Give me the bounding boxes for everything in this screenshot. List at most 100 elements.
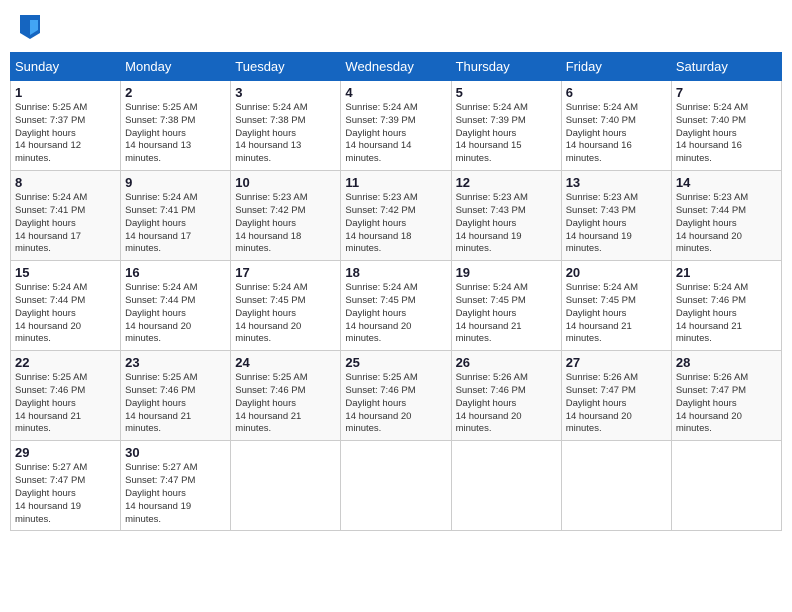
day-number: 19 [456, 265, 557, 280]
day-info: Sunrise: 5:24 AMSunset: 7:38 PMDaylight … [235, 102, 336, 166]
day-info: Sunrise: 5:24 AMSunset: 7:39 PMDaylight … [345, 102, 446, 166]
day-number: 5 [456, 85, 557, 100]
day-info: Sunrise: 5:25 AMSunset: 7:38 PMDaylight … [125, 102, 226, 166]
calendar-cell: 4Sunrise: 5:24 AMSunset: 7:39 PMDaylight… [341, 81, 451, 171]
day-number: 7 [676, 85, 777, 100]
day-number: 23 [125, 355, 226, 370]
day-number: 2 [125, 85, 226, 100]
day-info: Sunrise: 5:25 AMSunset: 7:46 PMDaylight … [15, 372, 116, 436]
day-number: 24 [235, 355, 336, 370]
calendar-cell: 28 Sunrise: 5:26 AMSunset: 7:47 PMDayligh… [671, 351, 781, 441]
day-number: 25 [345, 355, 446, 370]
day-info: Sunrise: 5:24 AMSunset: 7:40 PMDaylight … [676, 102, 777, 166]
calendar-cell: 17 Sunrise: 5:24 AMSunset: 7:45 PMDayligh… [231, 261, 341, 351]
day-number: 21 [676, 265, 777, 280]
day-number: 10 [235, 175, 336, 190]
calendar-cell: 14 Sunrise: 5:23 AMSunset: 7:44 PMDayligh… [671, 171, 781, 261]
day-number: 18 [345, 265, 446, 280]
col-header-wednesday: Wednesday [341, 53, 451, 81]
col-header-thursday: Thursday [451, 53, 561, 81]
day-number: 15 [15, 265, 116, 280]
day-number: 26 [456, 355, 557, 370]
col-header-saturday: Saturday [671, 53, 781, 81]
calendar-week-row: 22Sunrise: 5:25 AMSunset: 7:46 PMDayligh… [11, 351, 782, 441]
calendar-cell: 20 Sunrise: 5:24 AMSunset: 7:45 PMDayligh… [561, 261, 671, 351]
calendar-cell: 5 Sunrise: 5:24 AMSunset: 7:39 PMDaylight… [451, 81, 561, 171]
calendar-cell: 12 Sunrise: 5:23 AMSunset: 7:43 PMDayligh… [451, 171, 561, 261]
page-header [10, 10, 782, 44]
calendar-cell [451, 441, 561, 531]
day-info: Sunrise: 5:27 AMSunset: 7:47 PMDaylight … [15, 462, 116, 526]
day-info: Sunrise: 5:23 AMSunset: 7:42 PMDaylight … [235, 192, 336, 256]
day-number: 16 [125, 265, 226, 280]
day-info: Sunrise: 5:25 AMSunset: 7:46 PMDaylight … [345, 372, 446, 436]
calendar-cell: 3 Sunrise: 5:24 AMSunset: 7:38 PMDaylight… [231, 81, 341, 171]
col-header-sunday: Sunday [11, 53, 121, 81]
calendar-cell: 30Sunrise: 5:27 AMSunset: 7:47 PMDayligh… [121, 441, 231, 531]
calendar-cell [341, 441, 451, 531]
day-number: 9 [125, 175, 226, 190]
day-info: Sunrise: 5:25 AMSunset: 7:46 PMDaylight … [235, 372, 336, 436]
calendar-cell: 8Sunrise: 5:24 AMSunset: 7:41 PMDaylight… [11, 171, 121, 261]
day-number: 13 [566, 175, 667, 190]
day-info: Sunrise: 5:26 AMSunset: 7:47 PMDaylight … [566, 372, 667, 436]
day-info: Sunrise: 5:24 AMSunset: 7:44 PMDaylight … [125, 282, 226, 346]
day-info: Sunrise: 5:26 AMSunset: 7:47 PMDaylight … [676, 372, 777, 436]
day-info: Sunrise: 5:24 AMSunset: 7:41 PMDaylight … [125, 192, 226, 256]
calendar-week-row: 29 Sunrise: 5:27 AMSunset: 7:47 PMDayligh… [11, 441, 782, 531]
calendar-cell: 27 Sunrise: 5:26 AMSunset: 7:47 PMDayligh… [561, 351, 671, 441]
day-number: 1 [15, 85, 116, 100]
col-header-tuesday: Tuesday [231, 53, 341, 81]
calendar-cell: 19 Sunrise: 5:24 AMSunset: 7:45 PMDayligh… [451, 261, 561, 351]
day-number: 3 [235, 85, 336, 100]
calendar-cell: 2 Sunrise: 5:25 AMSunset: 7:38 PMDaylight… [121, 81, 231, 171]
day-number: 27 [566, 355, 667, 370]
day-info: Sunrise: 5:24 AMSunset: 7:46 PMDaylight … [676, 282, 777, 346]
day-info: Sunrise: 5:24 AMSunset: 7:41 PMDaylight … [15, 192, 116, 256]
calendar-cell [561, 441, 671, 531]
calendar-cell: 11Sunrise: 5:23 AMSunset: 7:42 PMDayligh… [341, 171, 451, 261]
day-info: Sunrise: 5:24 AMSunset: 7:45 PMDaylight … [456, 282, 557, 346]
day-info: Sunrise: 5:24 AMSunset: 7:45 PMDaylight … [566, 282, 667, 346]
day-number: 29 [15, 445, 116, 460]
col-header-monday: Monday [121, 53, 231, 81]
day-info: Sunrise: 5:23 AMSunset: 7:44 PMDaylight … [676, 192, 777, 256]
calendar-week-row: 8Sunrise: 5:24 AMSunset: 7:41 PMDaylight… [11, 171, 782, 261]
calendar-cell: 25 Sunrise: 5:25 AMSunset: 7:46 PMDayligh… [341, 351, 451, 441]
calendar-cell: 1 Sunrise: 5:25 AMSunset: 7:37 PMDaylight… [11, 81, 121, 171]
calendar-week-row: 15 Sunrise: 5:24 AMSunset: 7:44 PMDayligh… [11, 261, 782, 351]
calendar-cell: 29 Sunrise: 5:27 AMSunset: 7:47 PMDayligh… [11, 441, 121, 531]
day-number: 14 [676, 175, 777, 190]
calendar-cell [671, 441, 781, 531]
day-number: 28 [676, 355, 777, 370]
day-info: Sunrise: 5:23 AMSunset: 7:43 PMDaylight … [456, 192, 557, 256]
calendar-cell [231, 441, 341, 531]
calendar-cell: 22Sunrise: 5:25 AMSunset: 7:46 PMDayligh… [11, 351, 121, 441]
day-info: Sunrise: 5:25 AMSunset: 7:46 PMDaylight … [125, 372, 226, 436]
day-info: Sunrise: 5:26 AMSunset: 7:46 PMDaylight … [456, 372, 557, 436]
day-info: Sunrise: 5:24 AMSunset: 7:45 PMDaylight … [345, 282, 446, 346]
day-info: Sunrise: 5:27 AMSunset: 7:47 PMDaylight … [125, 462, 226, 526]
day-info: Sunrise: 5:25 AMSunset: 7:37 PMDaylight … [15, 102, 116, 166]
calendar-cell: 16 Sunrise: 5:24 AMSunset: 7:44 PMDayligh… [121, 261, 231, 351]
calendar-cell: 10 Sunrise: 5:23 AMSunset: 7:42 PMDayligh… [231, 171, 341, 261]
day-info: Sunrise: 5:24 AMSunset: 7:40 PMDaylight … [566, 102, 667, 166]
day-number: 11 [345, 175, 446, 190]
logo-icon [20, 15, 40, 39]
calendar-cell: 23 Sunrise: 5:25 AMSunset: 7:46 PMDayligh… [121, 351, 231, 441]
calendar-cell: 13 Sunrise: 5:23 AMSunset: 7:43 PMDayligh… [561, 171, 671, 261]
day-info: Sunrise: 5:24 AMSunset: 7:45 PMDaylight … [235, 282, 336, 346]
calendar-cell: 7 Sunrise: 5:24 AMSunset: 7:40 PMDaylight… [671, 81, 781, 171]
day-number: 12 [456, 175, 557, 190]
calendar-cell: 24 Sunrise: 5:25 AMSunset: 7:46 PMDayligh… [231, 351, 341, 441]
logo [20, 15, 42, 39]
calendar-cell: 21 Sunrise: 5:24 AMSunset: 7:46 PMDayligh… [671, 261, 781, 351]
day-number: 17 [235, 265, 336, 280]
col-header-friday: Friday [561, 53, 671, 81]
day-number: 20 [566, 265, 667, 280]
day-info: Sunrise: 5:24 AMSunset: 7:39 PMDaylight … [456, 102, 557, 166]
day-info: Sunrise: 5:23 AMSunset: 7:43 PMDaylight … [566, 192, 667, 256]
calendar-cell: 26 Sunrise: 5:26 AMSunset: 7:46 PMDayligh… [451, 351, 561, 441]
calendar-cell: 18 Sunrise: 5:24 AMSunset: 7:45 PMDayligh… [341, 261, 451, 351]
day-info: Sunrise: 5:24 AMSunset: 7:44 PMDaylight … [15, 282, 116, 346]
